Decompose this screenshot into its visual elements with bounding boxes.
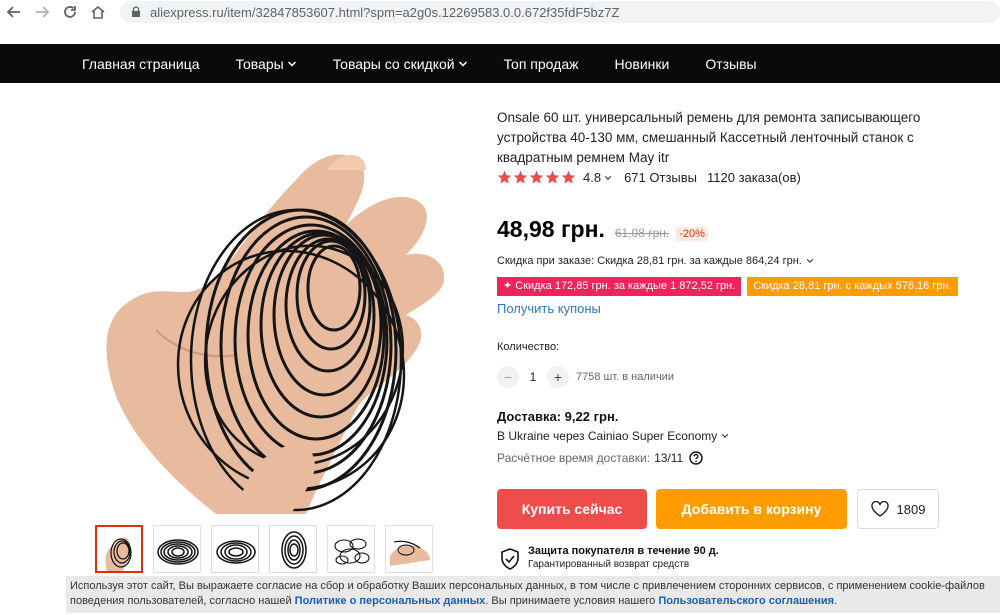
delivery-price: Доставка: 9,22 грн.	[497, 409, 619, 424]
privacy-policy-link[interactable]: Политике о персональных данных	[295, 595, 486, 607]
forward-icon[interactable]	[28, 0, 56, 24]
thumbnail-5[interactable]	[327, 525, 375, 573]
thumbnail-strip	[95, 525, 443, 573]
reload-icon[interactable]	[56, 0, 84, 24]
thumbnail-2[interactable]	[153, 525, 201, 573]
increase-button[interactable]: +	[547, 366, 569, 388]
help-icon[interactable]	[689, 451, 703, 465]
star-icon	[529, 170, 544, 184]
store-nav: Главная страница Товары Товары со скидко…	[0, 44, 1000, 83]
rating-row: 4.8 671 Отзывы 1120 заказа(ов)	[497, 170, 801, 185]
nav-item-discounts[interactable]: Товары со скидкой	[333, 56, 468, 72]
delivery-method[interactable]: В Ukraine через Cainiao Super Economy	[497, 429, 729, 443]
cookie-text: .	[834, 595, 838, 607]
cookie-text: . Вы принимаете условия нашего	[485, 595, 659, 607]
chevron-down-icon	[722, 434, 729, 438]
order-discount-text: Скидка при заказе: Скидка 28,81 грн. за …	[497, 255, 802, 267]
star-icon	[545, 170, 560, 184]
wishlist-button[interactable]: 1809	[857, 489, 939, 529]
cookie-line-1: Используя этот сайт, Вы выражаете соглас…	[70, 580, 985, 592]
nav-item-label: Главная страница	[82, 55, 200, 72]
nav-item-label: Отзывы	[705, 55, 757, 72]
nav-item-new[interactable]: Новинки	[614, 56, 669, 72]
thumbnail-1[interactable]	[95, 525, 143, 573]
delivery-time-value: 13/11	[654, 451, 684, 465]
nav-item-label: Топ продаж	[503, 55, 579, 72]
reviews-count[interactable]: 671 Отзывы	[624, 170, 697, 185]
quantity-value[interactable]: 1	[519, 370, 547, 384]
delivery-time: Расчётное время доставки: 13/11	[497, 451, 703, 465]
star-icon	[513, 170, 528, 184]
shield-icon	[501, 548, 519, 570]
back-icon[interactable]	[0, 0, 28, 24]
nav-item-label: Новинки	[614, 55, 670, 72]
quantity-label: Количество:	[497, 341, 560, 353]
delivery-method-text: В Ukraine через Cainiao Super Economy	[497, 429, 718, 443]
nav-item-products[interactable]: Товары	[236, 56, 297, 72]
user-agreement-link[interactable]: Пользовательского соглашения	[658, 595, 834, 607]
nav-item-label: Товары	[235, 55, 284, 72]
thumbnail-6[interactable]	[385, 525, 433, 573]
decrease-button[interactable]: −	[497, 366, 519, 388]
discount-badge: -20%	[676, 227, 708, 241]
address-bar[interactable]: aliexpress.ru/item/32847853607.html?spm=…	[120, 1, 1000, 23]
get-coupons-link[interactable]: Получить купоны	[497, 301, 601, 316]
wishlist-count: 1809	[896, 501, 926, 517]
order-discount[interactable]: Скидка при заказе: Скидка 28,81 грн. за …	[497, 255, 814, 267]
thumbnail-4[interactable]	[269, 525, 317, 573]
nav-item-top-sales[interactable]: Топ продаж	[504, 56, 579, 72]
url-text: aliexpress.ru/item/32847853607.html?spm=…	[150, 4, 620, 20]
heart-icon	[870, 501, 889, 517]
star-icon	[497, 170, 512, 184]
browser-toolbar: aliexpress.ru/item/32847853607.html?spm=…	[0, 0, 1000, 24]
chevron-down-icon	[287, 60, 296, 67]
chevron-down-icon	[806, 259, 814, 263]
protection-title: Защита покупателя в течение 90 д.	[528, 545, 719, 557]
protection-subtitle: Гарантированный возврат средств	[528, 559, 690, 570]
home-icon[interactable]	[84, 0, 112, 24]
coupon-row: ✦ Скидка 172,85 грн. за каждые 1 872,52 …	[497, 277, 964, 296]
nav-item-home[interactable]: Главная страница	[82, 56, 200, 72]
cookie-banner: Используя этот сайт, Вы выражаете соглас…	[66, 576, 1000, 613]
lock-icon	[132, 6, 140, 17]
add-to-cart-button[interactable]: Добавить в корзину	[656, 489, 847, 529]
coupon-badge[interactable]: Скидка 28,81 грн. с каждых 576,16 грн.	[747, 277, 958, 296]
buyer-protection: Защита покупателя в течение 90 д. Гарант…	[500, 545, 719, 570]
chevron-down-icon[interactable]	[604, 174, 612, 182]
cookie-line-2: поведения пользователей, согласно нашей …	[70, 594, 1000, 609]
price-row: 48,98 грн. 61,08 грн. -20%	[497, 216, 708, 243]
star-icon	[561, 170, 576, 184]
nav-item-reviews[interactable]: Отзывы	[705, 56, 756, 72]
product-title: Onsale 60 шт. универсальный ремень для р…	[497, 110, 921, 165]
rating-stars	[497, 170, 577, 185]
delivery-time-label: Расчётное время доставки:	[497, 451, 651, 465]
current-price: 48,98 грн.	[497, 216, 605, 242]
thumbnail-3[interactable]	[211, 525, 259, 573]
stock-info: 7758 шт. в наличии	[576, 371, 674, 383]
rating-value[interactable]: 4.8	[583, 170, 601, 185]
cookie-text: поведения пользователей, согласно нашей	[70, 595, 295, 607]
nav-item-label: Товары со скидкой	[332, 55, 455, 72]
coupon-badge[interactable]: ✦ Скидка 172,85 грн. за каждые 1 872,52 …	[497, 277, 742, 296]
quantity-stepper: − 1 + 7758 шт. в наличии	[497, 366, 674, 388]
orders-count: 1120 заказа(ов)	[707, 170, 801, 185]
old-price: 61,08 грн.	[614, 226, 670, 240]
buy-now-button[interactable]: Купить сейчас	[497, 489, 647, 529]
chevron-down-icon	[458, 60, 467, 67]
product-main-image[interactable]	[66, 110, 486, 515]
